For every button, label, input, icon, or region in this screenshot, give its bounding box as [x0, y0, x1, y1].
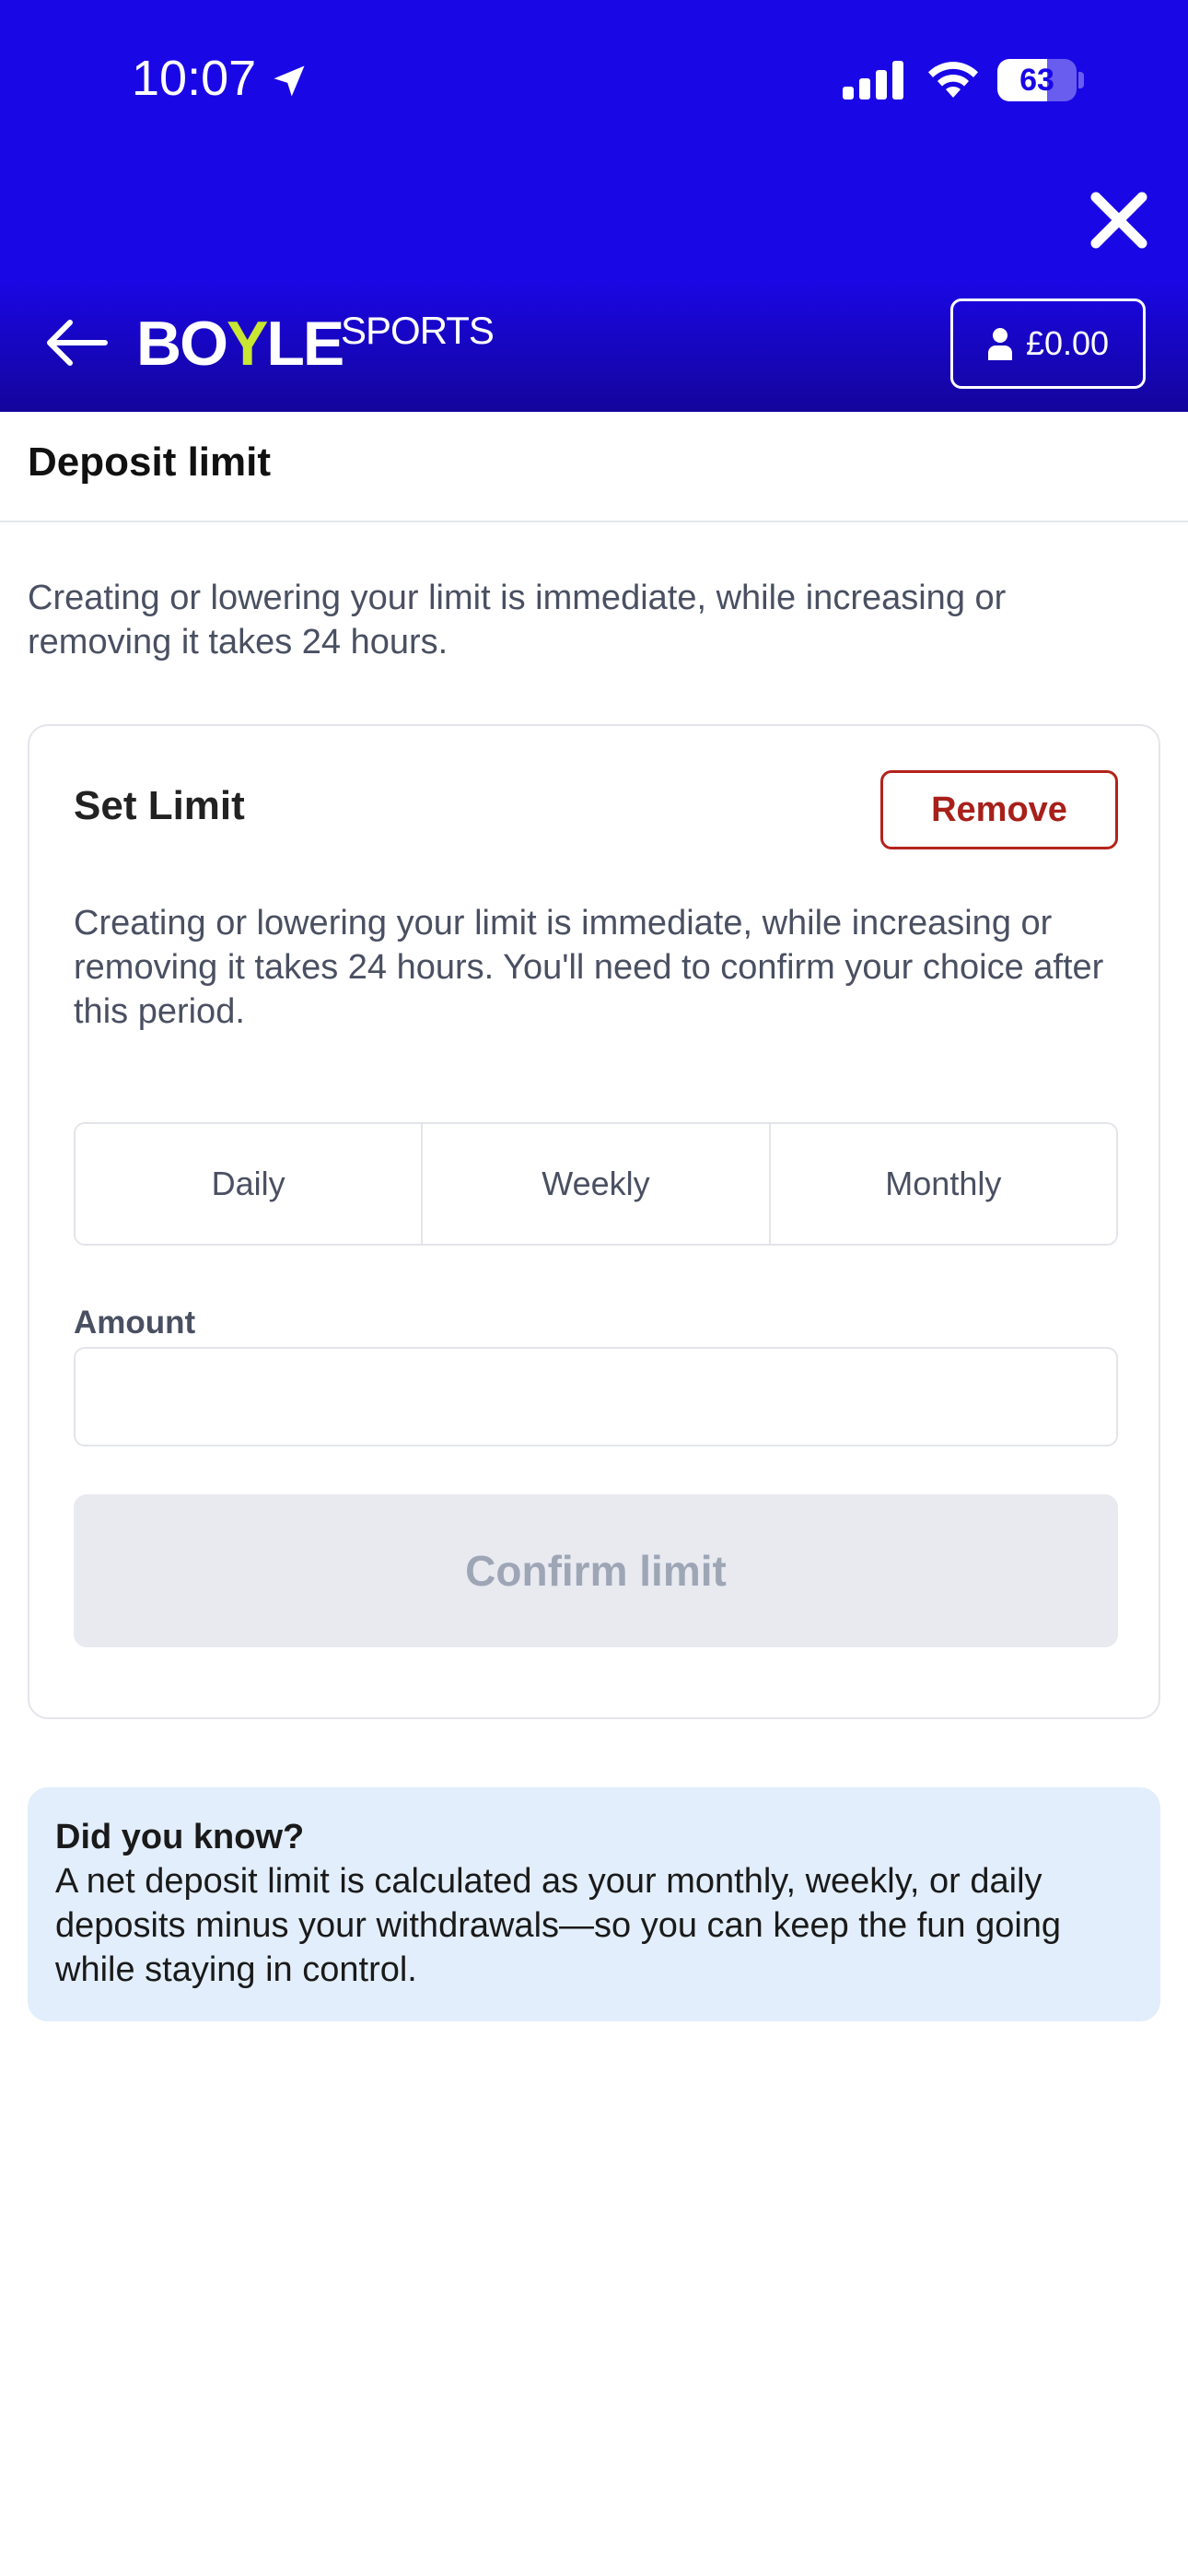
- location-arrow-icon: [274, 65, 305, 97]
- period-tab-monthly[interactable]: Monthly: [768, 1124, 1116, 1244]
- nav-row: BOYLE SPORTS £0.00: [0, 295, 1188, 396]
- period-tab-daily[interactable]: Daily: [76, 1124, 422, 1244]
- logo-sports-text: SPORTS: [341, 309, 495, 352]
- battery-nub: [1078, 72, 1084, 88]
- card-title: Set Limit: [74, 783, 245, 828]
- cellular-signal-icon: [843, 61, 903, 100]
- remove-button[interactable]: Remove: [880, 770, 1118, 849]
- user-icon: [987, 328, 1012, 360]
- amount-input[interactable]: [74, 1347, 1118, 1446]
- logo-wordmark: BOYLE: [136, 309, 344, 379]
- battery-icon: 63: [997, 59, 1077, 101]
- wifi-icon: [928, 62, 978, 98]
- page-title-bar: Deposit limit: [0, 412, 1188, 522]
- info-title: Did you know?: [55, 1818, 305, 1856]
- back-arrow-icon[interactable]: [44, 319, 109, 367]
- close-icon[interactable]: [1087, 188, 1151, 252]
- account-balance-button[interactable]: £0.00: [950, 299, 1146, 389]
- confirm-limit-button[interactable]: Confirm limit: [74, 1494, 1118, 1647]
- set-limit-card: Set Limit Remove Creating or lowering yo…: [28, 724, 1160, 1719]
- period-selector: Daily Weekly Monthly: [74, 1122, 1118, 1246]
- boylesports-logo: BOYLE SPORTS: [136, 309, 495, 379]
- app-header: 10:07 63 BOYLE SPORTS £0.00: [0, 0, 1188, 412]
- intro-text: Creating or lowering your limit is immed…: [28, 579, 1007, 662]
- battery-level: 63: [1019, 62, 1054, 98]
- card-description: Creating or lowering your limit is immed…: [74, 904, 1104, 1031]
- status-time: 10:07: [132, 51, 257, 106]
- period-tab-weekly[interactable]: Weekly: [421, 1124, 769, 1244]
- page-title: Deposit limit: [28, 439, 272, 485]
- info-box: Did you know? A net deposit limit is cal…: [28, 1787, 1160, 2021]
- status-bar: 10:07 63: [0, 0, 1188, 161]
- amount-label: Amount: [74, 1305, 196, 1341]
- info-text: A net deposit limit is calculated as you…: [55, 1862, 1062, 1989]
- balance-amount: £0.00: [1025, 324, 1110, 362]
